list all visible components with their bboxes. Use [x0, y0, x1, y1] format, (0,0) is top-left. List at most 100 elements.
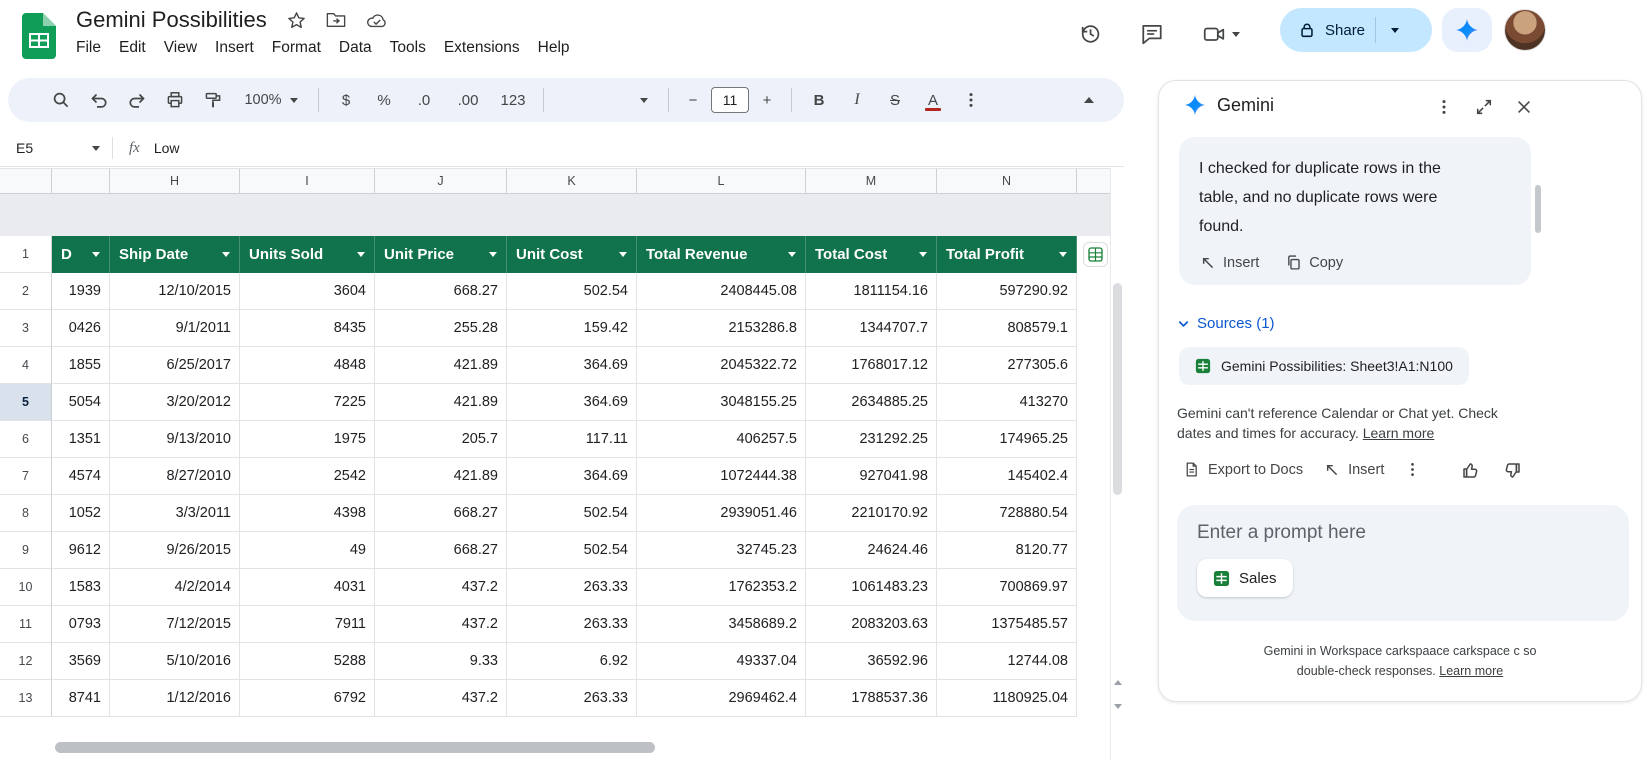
cell[interactable]: 5288 [240, 643, 375, 680]
cell[interactable]: 12744.08 [937, 643, 1077, 680]
response-more-icon[interactable] [1398, 455, 1427, 484]
cell[interactable]: 145402.4 [937, 458, 1077, 495]
row-header-10[interactable]: 10 [0, 569, 52, 606]
cell[interactable]: 1855 [52, 347, 110, 384]
cell[interactable]: 668.27 [375, 273, 507, 310]
row-header-1[interactable]: 1 [0, 236, 52, 273]
cell[interactable]: 49337.04 [637, 643, 806, 680]
more-toolbar-options-icon[interactable] [954, 84, 988, 116]
thumbs-up-icon[interactable] [1457, 457, 1483, 483]
cell[interactable]: 174965.25 [937, 421, 1077, 458]
cell[interactable]: 6.92 [507, 643, 637, 680]
cell[interactable]: 231292.25 [806, 421, 937, 458]
cell[interactable]: 0426 [52, 310, 110, 347]
cell[interactable]: 3/20/2012 [110, 384, 240, 421]
cell[interactable]: 32745.23 [637, 532, 806, 569]
cell[interactable]: 502.54 [507, 495, 637, 532]
menu-tools[interactable]: Tools [381, 36, 435, 60]
cell[interactable]: 9/13/2010 [110, 421, 240, 458]
print-icon[interactable] [158, 84, 192, 116]
menu-data[interactable]: Data [330, 36, 381, 60]
menu-view[interactable]: View [155, 36, 206, 60]
column-header-L[interactable]: L [637, 169, 806, 193]
cell[interactable]: 364.69 [507, 347, 637, 384]
cell[interactable]: 1/12/2016 [110, 680, 240, 717]
move-folder-icon[interactable] [326, 11, 346, 29]
cell[interactable]: 1180925.04 [937, 680, 1077, 717]
cell[interactable]: 700869.97 [937, 569, 1077, 606]
cell[interactable]: 24624.46 [806, 532, 937, 569]
italic-button[interactable]: I [840, 84, 874, 116]
sheets-logo[interactable] [22, 13, 56, 59]
column-filter-chevron-icon[interactable] [619, 252, 627, 257]
increase-decimal-button[interactable]: .00 [447, 84, 489, 116]
name-box[interactable]: E5 [0, 130, 112, 166]
source-chip[interactable]: Gemini Possibilities: Sheet3!A1:N100 [1179, 347, 1469, 385]
row-header-13[interactable]: 13 [0, 680, 52, 717]
cell[interactable]: 2969462.4 [637, 680, 806, 717]
insert-action-button[interactable]: Insert [1317, 455, 1390, 484]
column-header-partial[interactable] [52, 169, 110, 193]
document-title[interactable]: Gemini Possibilities [76, 7, 267, 33]
cell[interactable]: 5054 [52, 384, 110, 421]
menu-insert[interactable]: Insert [206, 36, 263, 60]
sources-toggle[interactable]: Sources (1) [1177, 315, 1275, 332]
table-header-units-sold[interactable]: Units Sold [240, 236, 375, 273]
cell[interactable]: 9/1/2011 [110, 310, 240, 347]
cloud-status-icon[interactable] [366, 12, 388, 29]
cell[interactable]: 364.69 [507, 458, 637, 495]
cell[interactable]: 263.33 [507, 606, 637, 643]
column-header-I[interactable]: I [240, 169, 375, 193]
menu-extensions[interactable]: Extensions [435, 36, 529, 60]
cell[interactable]: 12/10/2015 [110, 273, 240, 310]
cell[interactable]: 2153286.8 [637, 310, 806, 347]
table-options-button[interactable] [1083, 242, 1108, 267]
scroll-down-button[interactable] [1112, 696, 1124, 716]
cell[interactable]: 1375485.57 [937, 606, 1077, 643]
cell[interactable]: 2939051.46 [637, 495, 806, 532]
strikethrough-button[interactable]: S [878, 84, 912, 116]
cell[interactable]: 5/10/2016 [110, 643, 240, 680]
column-filter-chevron-icon[interactable] [489, 252, 497, 257]
menu-file[interactable]: File [67, 36, 110, 60]
cell[interactable]: 1975 [240, 421, 375, 458]
cell[interactable]: 1768017.12 [806, 347, 937, 384]
cell[interactable]: 728880.54 [937, 495, 1077, 532]
cell[interactable]: 117.11 [507, 421, 637, 458]
cell[interactable]: 1052 [52, 495, 110, 532]
text-color-button[interactable]: A [916, 84, 950, 116]
cell[interactable]: 421.89 [375, 458, 507, 495]
cell[interactable]: 4574 [52, 458, 110, 495]
font-size-input[interactable]: 11 [711, 87, 749, 113]
cell[interactable]: 255.28 [375, 310, 507, 347]
column-filter-chevron-icon[interactable] [357, 252, 365, 257]
cell[interactable]: 7911 [240, 606, 375, 643]
cell[interactable]: 4398 [240, 495, 375, 532]
menu-edit[interactable]: Edit [110, 36, 155, 60]
cell[interactable]: 597290.92 [937, 273, 1077, 310]
redo-icon[interactable] [120, 84, 154, 116]
vertical-scrollbar[interactable] [1110, 168, 1124, 760]
cell[interactable]: 49 [240, 532, 375, 569]
star-icon[interactable] [287, 11, 306, 30]
cell[interactable]: 2634885.25 [806, 384, 937, 421]
cell[interactable]: 421.89 [375, 347, 507, 384]
decrease-font-size-button[interactable]: − [679, 84, 707, 116]
cell[interactable]: 7225 [240, 384, 375, 421]
column-filter-chevron-icon[interactable] [1059, 252, 1067, 257]
export-to-docs-button[interactable]: Export to Docs [1177, 455, 1309, 484]
row-header-12[interactable]: 12 [0, 643, 52, 680]
formula-input[interactable]: Low [154, 140, 180, 156]
cell[interactable]: 2083203.63 [806, 606, 937, 643]
row-header-11[interactable]: 11 [0, 606, 52, 643]
cell[interactable]: 437.2 [375, 606, 507, 643]
panel-more-icon[interactable] [1427, 90, 1461, 124]
cell[interactable]: 364.69 [507, 384, 637, 421]
cell[interactable]: 3604 [240, 273, 375, 310]
collapse-toolbar-icon[interactable] [1072, 84, 1106, 116]
column-filter-chevron-icon[interactable] [222, 252, 230, 257]
cell[interactable]: 1061483.23 [806, 569, 937, 606]
row-header-9[interactable]: 9 [0, 532, 52, 569]
cell[interactable]: 2408445.08 [637, 273, 806, 310]
column-header-K[interactable]: K [507, 169, 637, 193]
